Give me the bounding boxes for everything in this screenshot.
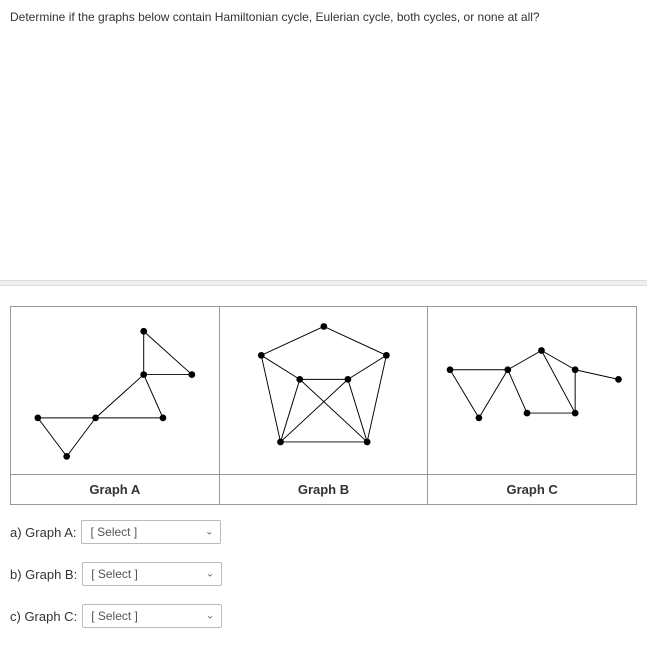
answer-b-select[interactable]: [ Select ]Hamiltonian cycleEulerian cycl… [82, 562, 222, 586]
graph-b-cell [219, 307, 428, 475]
graph-a-label: Graph A [11, 475, 220, 505]
graph-c-label: Graph C [428, 475, 637, 505]
graph-a-svg [16, 312, 214, 466]
answer-a-select[interactable]: [ Select ]Hamiltonian cycleEulerian cycl… [81, 520, 221, 544]
answer-row-a: a) Graph A: [ Select ]Hamiltonian cycleE… [10, 520, 637, 544]
answer-c-select[interactable]: [ Select ]Hamiltonian cycleEulerian cycl… [82, 604, 222, 628]
graph-c-svg [433, 312, 631, 466]
answers-area: a) Graph A: [ Select ]Hamiltonian cycleE… [0, 505, 647, 656]
graphs-container: Graph A Graph B Graph C [10, 306, 637, 505]
graph-table: Graph A Graph B Graph C [10, 306, 637, 505]
graph-b-svg [225, 312, 423, 466]
question-area: Determine if the graphs below contain Ha… [0, 0, 647, 280]
graph-a-cell [11, 307, 220, 475]
section-divider [0, 280, 647, 286]
graph-c-cell [428, 307, 637, 475]
answer-c-label: c) Graph C: [10, 609, 77, 624]
answer-b-label: b) Graph B: [10, 567, 77, 582]
answer-row-c: c) Graph C: [ Select ]Hamiltonian cycleE… [10, 604, 637, 628]
question-prompt: Determine if the graphs below contain Ha… [10, 10, 637, 24]
graph-b-label: Graph B [219, 475, 428, 505]
answer-a-label: a) Graph A: [10, 525, 76, 540]
answer-row-b: b) Graph B: [ Select ]Hamiltonian cycleE… [10, 562, 637, 586]
